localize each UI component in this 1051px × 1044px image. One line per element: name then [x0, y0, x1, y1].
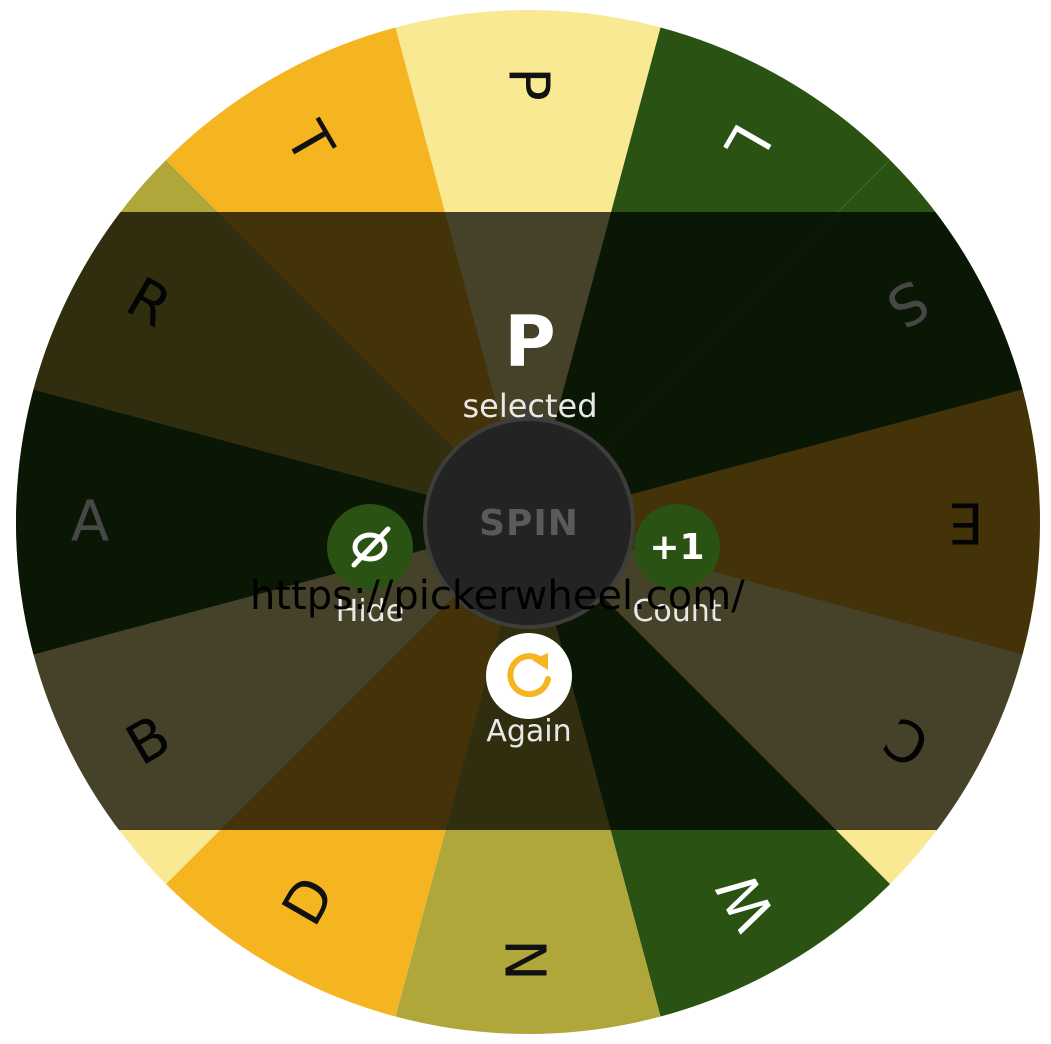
wheel-label-p: P	[496, 67, 561, 101]
watermark-url: https://pickerwheel.com/	[250, 573, 745, 619]
result-value: P	[504, 301, 556, 383]
count-badge: +1	[649, 526, 705, 568]
spin-label: SPIN	[479, 502, 579, 544]
picker-wheel-stage: PLSECWNDBART P selected SPIN Hide +1 Cou…	[0, 0, 1051, 1044]
again-button[interactable]	[486, 633, 572, 719]
refresh-icon	[507, 653, 551, 698]
again-label: Again	[486, 714, 572, 749]
eye-slash-icon	[351, 526, 391, 568]
wheel-label-n: N	[496, 939, 561, 981]
